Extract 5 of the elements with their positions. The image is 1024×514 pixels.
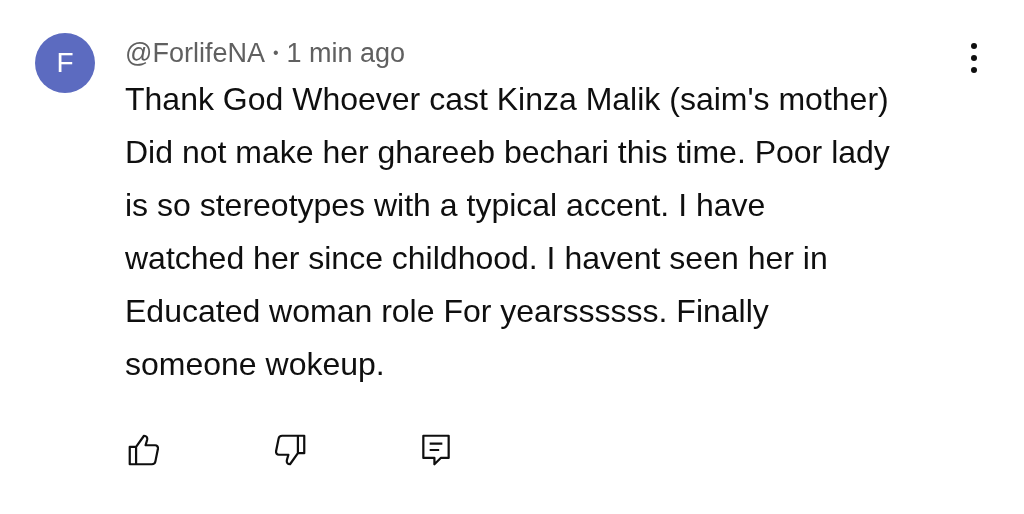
timestamp: 1 min ago (286, 37, 406, 69)
author-name[interactable]: @ForlifeNA (125, 37, 265, 69)
comment-text: Thank God Whoever cast Kinza Malik (saim's mother) Did not make her ghareeb bechari this time. Poor lady is so stereotypes with a typical accent. I have watched her since childhood. I havent seen her in Educated woman role For yearssssss. Finally someone wokeup. (125, 80, 891, 384)
separator-dot: • (272, 44, 279, 62)
avatar[interactable]: F (35, 33, 95, 93)
